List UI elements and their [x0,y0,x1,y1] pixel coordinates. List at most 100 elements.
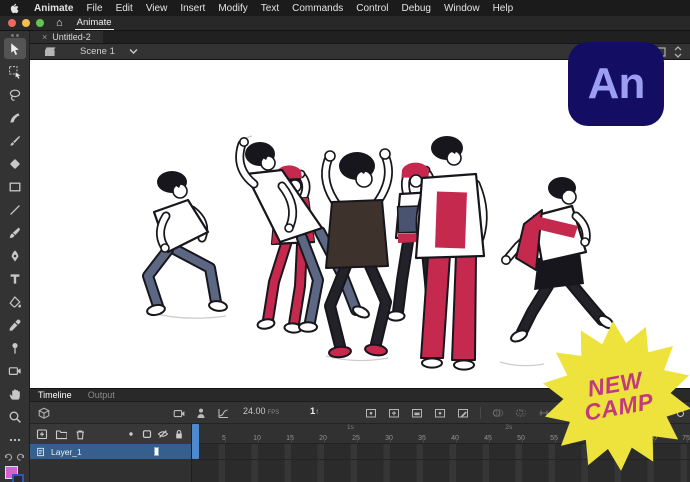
stroke-color-swatch[interactable] [12,474,24,482]
chevron-down-icon[interactable] [129,48,138,55]
badge-text: NEW CAMP [529,308,690,482]
ruler-frame-40: 40 [451,435,459,442]
add-layer-icon[interactable] [36,428,48,440]
menu-insert[interactable]: Insert [180,3,205,14]
delete-layer-icon[interactable] [74,428,86,440]
frame-plus-icon[interactable] [388,407,400,419]
document-tab-title: Untitled-2 [52,32,91,42]
timeline-mid-icons [173,407,229,419]
fluid-brush-tool[interactable] [4,107,26,128]
layer-controls [36,428,86,440]
tab-timeline[interactable]: Timeline [38,390,72,400]
layer-list: Layer_1 [30,444,191,459]
menu-help[interactable]: Help [493,3,514,14]
scene-icon[interactable] [44,46,56,57]
onion-skin-icon[interactable] [492,407,504,419]
eyedropper-tool[interactable] [4,314,26,335]
current-frame-value[interactable]: 1 [310,406,315,417]
pen-tool[interactable] [4,245,26,266]
menu-commands[interactable]: Commands [292,3,343,14]
rectangle-tool[interactable] [4,176,26,197]
current-frame-control[interactable]: 1 f [310,406,318,417]
menu-control[interactable]: Control [356,3,388,14]
graph-icon[interactable] [217,407,229,419]
document-tab[interactable]: × Untitled-2 [30,31,103,43]
zoom-stepper-icon[interactable] [674,46,682,58]
parent-view-icon[interactable] [195,407,207,419]
traffic-lights [8,19,44,27]
eye-hidden-icon[interactable] [157,428,169,440]
ruler-frame-5: 5 [222,435,226,442]
traffic-light-zoom[interactable] [36,19,44,27]
lasso-tool[interactable] [4,84,26,105]
outline-box-icon[interactable] [141,428,153,440]
ruler-frame-50: 50 [517,435,525,442]
asset-warp-tool[interactable] [4,337,26,358]
menu-modify[interactable]: Modify [218,3,247,14]
animate-logo: An [568,42,664,126]
hand-tool[interactable] [4,383,26,404]
more-options[interactable] [4,429,26,450]
classic-brush-tool[interactable] [4,130,26,151]
separator [480,407,481,419]
layer-row[interactable]: Layer_1 [30,444,191,459]
camera-icon[interactable] [173,407,185,419]
highlight-dot-icon[interactable] [125,428,137,440]
window-tab-animate[interactable]: Animate [75,17,114,30]
menu-animate[interactable]: Animate [34,3,73,14]
layers-empty-area[interactable] [30,459,191,482]
menu-items: Animate File Edit View Insert Modify Text Comma… [34,3,513,14]
menu-view[interactable]: View [146,3,168,14]
layer-page-icon[interactable] [36,447,46,457]
onion-outline-icon[interactable] [515,407,527,419]
text-tool[interactable] [4,268,26,289]
traffic-light-minimize[interactable] [22,19,30,27]
frame-dot-icon[interactable] [365,407,377,419]
new-folder-icon[interactable] [55,428,67,440]
paint-brush-tool[interactable] [4,222,26,243]
ruler-frame-30: 30 [385,435,393,442]
frame-pencil-icon[interactable] [457,407,469,419]
apple-icon[interactable] [10,2,21,14]
cube-icon[interactable] [38,407,50,419]
frame-key-icon[interactable] [434,407,446,419]
line-tool[interactable] [4,199,26,220]
menu-debug[interactable]: Debug [402,3,431,14]
fps-value[interactable]: 24.00 [243,406,266,416]
layer-name[interactable]: Layer_1 [51,447,82,457]
color-swatches[interactable] [4,464,26,482]
animate-logo-text: An [588,59,645,109]
ruler-frame-20: 20 [319,435,327,442]
zoom-tool[interactable] [4,406,26,427]
paint-bucket-tool[interactable] [4,291,26,312]
ruler-second-2s: 2s [505,424,512,431]
layer-outline-chip[interactable] [154,447,159,456]
tools-panel [0,31,30,482]
fps-control[interactable]: 24.00 FPS [243,406,279,416]
scene-breadcrumb[interactable]: Scene 1 [80,46,115,57]
camera-tool[interactable] [4,360,26,381]
current-frame-unit: f [316,409,318,416]
new-camp-badge: NEW CAMP [529,308,690,482]
traffic-light-close[interactable] [8,19,16,27]
tool-list [4,38,26,450]
eraser-tool[interactable] [4,153,26,174]
window-bar: ⌂ Animate [0,16,690,31]
close-tab-icon[interactable]: × [42,32,47,42]
rotate-right-icon [16,452,25,461]
frame-filled-icon[interactable] [411,407,423,419]
menu-text[interactable]: Text [261,3,279,14]
selection-tool[interactable] [4,38,26,59]
menu-window[interactable]: Window [444,3,480,14]
layers-header [30,424,191,444]
tab-output[interactable]: Output [88,390,115,400]
transform-icons[interactable] [4,452,25,461]
lock-icon[interactable] [173,428,185,440]
animate-app-window: Animate File Edit View Insert Modify Text Comma… [0,0,690,482]
free-transform-tool[interactable] [4,61,26,82]
menu-edit[interactable]: Edit [116,3,133,14]
menu-file[interactable]: File [86,3,102,14]
menu-bar: Animate File Edit View Insert Modify Text Comma… [0,0,690,16]
playhead[interactable] [192,424,199,459]
home-icon[interactable]: ⌂ [56,18,63,28]
